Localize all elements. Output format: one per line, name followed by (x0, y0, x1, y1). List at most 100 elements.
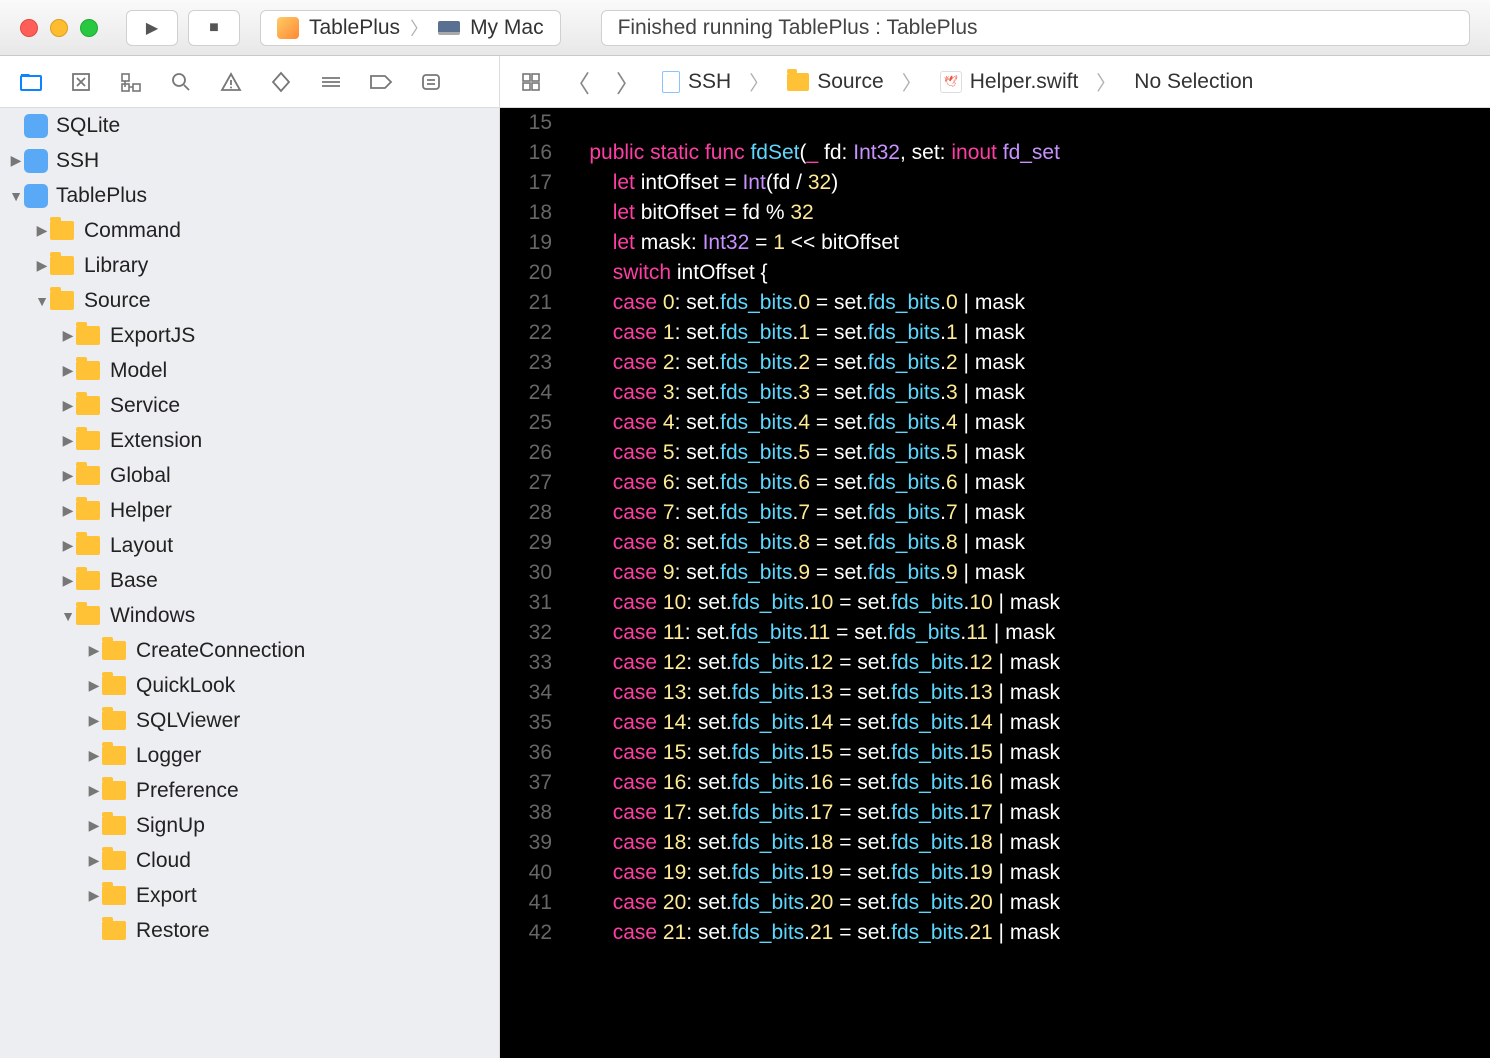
related-items-button[interactable] (518, 69, 544, 95)
stop-button[interactable]: ■ (188, 10, 240, 46)
line-number[interactable]: 25 (500, 408, 566, 438)
code-line[interactable]: 39 case 18: set.fds_bits.18 = set.fds_bi… (500, 828, 1490, 858)
tree-row[interactable]: ▶Global (0, 458, 499, 493)
code-line[interactable]: 25 case 4: set.fds_bits.4 = set.fds_bits… (500, 408, 1490, 438)
code-content[interactable]: case 21: set.fds_bits.21 = set.fds_bits.… (566, 918, 1490, 948)
project-navigator[interactable]: SQLite▶SSH▼TablePlus▶Command▶Library▼Sou… (0, 108, 500, 1058)
tree-row[interactable]: ▼Windows (0, 598, 499, 633)
breadcrumb-project[interactable]: SSH (662, 70, 731, 94)
tree-row[interactable]: ▼TablePlus (0, 178, 499, 213)
code-line[interactable]: 41 case 20: set.fds_bits.20 = set.fds_bi… (500, 888, 1490, 918)
tree-row[interactable]: ▶Base (0, 563, 499, 598)
disclosure-triangle-icon[interactable]: ▶ (60, 572, 76, 589)
disclosure-triangle-icon[interactable]: ▶ (60, 502, 76, 519)
tree-row[interactable]: ▶Preference (0, 773, 499, 808)
breadcrumb-selection[interactable]: No Selection (1134, 70, 1253, 94)
code-line[interactable]: 29 case 8: set.fds_bits.8 = set.fds_bits… (500, 528, 1490, 558)
line-number[interactable]: 19 (500, 228, 566, 258)
tree-row[interactable]: ▶Cloud (0, 843, 499, 878)
disclosure-triangle-icon[interactable]: ▶ (86, 817, 102, 834)
line-number[interactable]: 33 (500, 648, 566, 678)
disclosure-triangle-icon[interactable]: ▶ (60, 362, 76, 379)
code-line[interactable]: 40 case 19: set.fds_bits.19 = set.fds_bi… (500, 858, 1490, 888)
line-number[interactable]: 38 (500, 798, 566, 828)
disclosure-triangle-icon[interactable]: ▼ (34, 293, 50, 309)
code-content[interactable]: case 16: set.fds_bits.16 = set.fds_bits.… (566, 768, 1490, 798)
line-number[interactable]: 30 (500, 558, 566, 588)
tree-row[interactable]: ▶QuickLook (0, 668, 499, 703)
line-number[interactable]: 21 (500, 288, 566, 318)
tree-row[interactable]: ▶Export (0, 878, 499, 913)
disclosure-triangle-icon[interactable]: ▶ (60, 467, 76, 484)
breakpoint-navigator-tab[interactable] (368, 69, 394, 95)
code-content[interactable]: case 5: set.fds_bits.5 = set.fds_bits.5 … (566, 438, 1490, 468)
code-content[interactable]: case 20: set.fds_bits.20 = set.fds_bits.… (566, 888, 1490, 918)
code-content[interactable]: case 18: set.fds_bits.18 = set.fds_bits.… (566, 828, 1490, 858)
tree-row[interactable]: ▶ExportJS (0, 318, 499, 353)
code-line[interactable]: 26 case 5: set.fds_bits.5 = set.fds_bits… (500, 438, 1490, 468)
code-content[interactable]: switch intOffset { (566, 258, 1490, 288)
line-number[interactable]: 32 (500, 618, 566, 648)
code-content[interactable]: case 14: set.fds_bits.14 = set.fds_bits.… (566, 708, 1490, 738)
line-number[interactable]: 16 (500, 138, 566, 168)
line-number[interactable]: 15 (500, 108, 566, 138)
symbol-navigator-tab[interactable] (118, 69, 144, 95)
run-button[interactable]: ▶ (126, 10, 178, 46)
code-line[interactable]: 18 let bitOffset = fd % 32 (500, 198, 1490, 228)
tree-row[interactable]: ▶CreateConnection (0, 633, 499, 668)
line-number[interactable]: 36 (500, 738, 566, 768)
code-line[interactable]: 32 case 11: set.fds_bits.11 = set.fds_bi… (500, 618, 1490, 648)
tree-row[interactable]: ▶SSH (0, 143, 499, 178)
code-line[interactable]: 36 case 15: set.fds_bits.15 = set.fds_bi… (500, 738, 1490, 768)
line-number[interactable]: 20 (500, 258, 566, 288)
code-line[interactable]: 15 (500, 108, 1490, 138)
report-navigator-tab[interactable] (418, 69, 444, 95)
disclosure-triangle-icon[interactable]: ▼ (8, 188, 24, 204)
line-number[interactable]: 35 (500, 708, 566, 738)
line-number[interactable]: 24 (500, 378, 566, 408)
breadcrumb-file[interactable]: 🕊 Helper.swift (940, 70, 1079, 94)
code-content[interactable]: case 3: set.fds_bits.3 = set.fds_bits.3 … (566, 378, 1490, 408)
code-content[interactable]: let intOffset = Int(fd / 32) (566, 168, 1490, 198)
activity-status[interactable]: Finished running TablePlus : TablePlus (601, 10, 1470, 46)
code-content[interactable]: let mask: Int32 = 1 << bitOffset (566, 228, 1490, 258)
code-content[interactable]: case 11: set.fds_bits.11 = set.fds_bits.… (566, 618, 1490, 648)
disclosure-triangle-icon[interactable]: ▶ (86, 852, 102, 869)
code-content[interactable]: let bitOffset = fd % 32 (566, 198, 1490, 228)
code-line[interactable]: 24 case 3: set.fds_bits.3 = set.fds_bits… (500, 378, 1490, 408)
issue-navigator-tab[interactable] (218, 69, 244, 95)
disclosure-triangle-icon[interactable]: ▼ (60, 608, 76, 624)
line-number[interactable]: 28 (500, 498, 566, 528)
tree-row[interactable]: ▶Layout (0, 528, 499, 563)
disclosure-triangle-icon[interactable]: ▶ (8, 152, 24, 169)
code-line[interactable]: 28 case 7: set.fds_bits.7 = set.fds_bits… (500, 498, 1490, 528)
line-number[interactable]: 29 (500, 528, 566, 558)
disclosure-triangle-icon[interactable]: ▶ (86, 747, 102, 764)
tree-row[interactable]: ▼Source (0, 283, 499, 318)
disclosure-triangle-icon[interactable]: ▶ (86, 887, 102, 904)
tree-row[interactable]: ▶Service (0, 388, 499, 423)
disclosure-triangle-icon[interactable]: ▶ (60, 397, 76, 414)
code-line[interactable]: 35 case 14: set.fds_bits.14 = set.fds_bi… (500, 708, 1490, 738)
code-content[interactable]: case 12: set.fds_bits.12 = set.fds_bits.… (566, 648, 1490, 678)
disclosure-triangle-icon[interactable]: ▶ (86, 712, 102, 729)
disclosure-triangle-icon[interactable]: ▶ (60, 432, 76, 449)
code-content[interactable]: case 9: set.fds_bits.9 = set.fds_bits.9 … (566, 558, 1490, 588)
line-number[interactable]: 23 (500, 348, 566, 378)
code-content[interactable]: case 19: set.fds_bits.19 = set.fds_bits.… (566, 858, 1490, 888)
go-forward-button[interactable]: 〉 (612, 64, 644, 99)
line-number[interactable]: 18 (500, 198, 566, 228)
source-editor[interactable]: 1516 public static func fdSet(_ fd: Int3… (500, 108, 1490, 1058)
disclosure-triangle-icon[interactable]: ▶ (60, 537, 76, 554)
code-line[interactable]: 37 case 16: set.fds_bits.16 = set.fds_bi… (500, 768, 1490, 798)
line-number[interactable]: 40 (500, 858, 566, 888)
code-line[interactable]: 30 case 9: set.fds_bits.9 = set.fds_bits… (500, 558, 1490, 588)
code-content[interactable]: case 2: set.fds_bits.2 = set.fds_bits.2 … (566, 348, 1490, 378)
code-content[interactable]: case 15: set.fds_bits.15 = set.fds_bits.… (566, 738, 1490, 768)
disclosure-triangle-icon[interactable]: ▶ (86, 642, 102, 659)
disclosure-triangle-icon[interactable]: ▶ (34, 257, 50, 274)
line-number[interactable]: 31 (500, 588, 566, 618)
code-content[interactable]: case 13: set.fds_bits.13 = set.fds_bits.… (566, 678, 1490, 708)
line-number[interactable]: 26 (500, 438, 566, 468)
line-number[interactable]: 22 (500, 318, 566, 348)
